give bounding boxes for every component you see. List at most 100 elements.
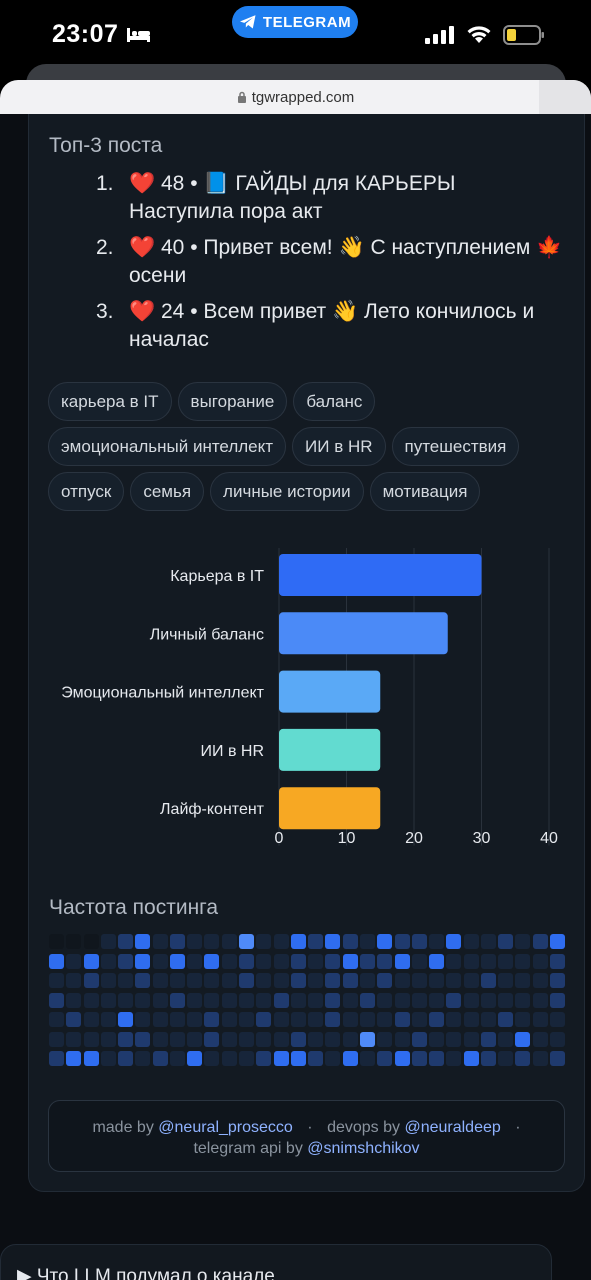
- heatmap-cell: [221, 973, 237, 988]
- heatmap-cell: [359, 1031, 375, 1047]
- post-item[interactable]: 1. ❤️ 48 • 📘 ГАЙДЫ для КАРЬЕРЫ Наступила…: [96, 170, 566, 226]
- heatmap-cell: [359, 992, 375, 1008]
- tag-chip[interactable]: эмоциональный интеллект: [48, 427, 287, 466]
- post-item[interactable]: 3. ❤️ 24 • Всем привет 👋 Лето кончилось …: [96, 298, 566, 354]
- heatmap-cell: [152, 973, 168, 988]
- made-by-link[interactable]: @neural_prosecco: [158, 1119, 293, 1136]
- post-number: 3.: [96, 300, 114, 323]
- battery-low-icon: [503, 25, 544, 45]
- heatmap-cell: [550, 1012, 565, 1027]
- status-bar: 23:07 TELEGRAM: [0, 0, 591, 66]
- heatmap-cell: [429, 973, 445, 988]
- url-text: tgwrapped.com: [251, 88, 355, 106]
- heatmap-cell: [325, 934, 341, 949]
- heatmap-cell: [515, 1012, 531, 1027]
- heatmap-cell: [290, 1031, 306, 1047]
- api-link[interactable]: @snimshchikov: [307, 1140, 419, 1157]
- heatmap-cell: [100, 953, 116, 969]
- heatmap-cell: [411, 1051, 427, 1066]
- heart-icon: ❤️: [129, 172, 156, 195]
- heatmap-cell: [49, 1051, 64, 1066]
- heatmap-cell: [377, 973, 393, 988]
- chart-tick-label: 40: [540, 830, 558, 847]
- heatmap-cell: [83, 992, 99, 1008]
- heatmap-cell: [204, 1031, 220, 1047]
- credits-footer: made by @neural_prosecco · devops by @ne…: [48, 1100, 565, 1172]
- credits-separator: ·: [515, 1119, 521, 1136]
- post-item[interactable]: 2. ❤️ 40 • Привет всем! 👋 С наступлением…: [96, 234, 566, 290]
- heatmap-cell: [152, 953, 168, 969]
- tag-chip[interactable]: ИИ в HR: [292, 427, 386, 466]
- chart-bar: [279, 670, 381, 713]
- heatmap-cell: [377, 1012, 393, 1027]
- chart-category-label: Карьера в IT: [170, 568, 264, 585]
- heatmap-cell: [256, 953, 272, 969]
- tag-chip[interactable]: мотивация: [369, 472, 481, 511]
- llm-summary-toggle[interactable]: ▶ Что LLM подумал о канале: [0, 1244, 552, 1280]
- heatmap-cell: [377, 1051, 393, 1066]
- address-bar-edge: [539, 80, 591, 114]
- sleep-focus-icon: [127, 28, 150, 42]
- heatmap-cell: [100, 992, 116, 1008]
- tag-chip[interactable]: путешествия: [391, 427, 520, 466]
- heatmap-cell: [118, 953, 134, 969]
- heatmap-cell: [325, 953, 341, 969]
- heatmap-cell: [83, 1031, 99, 1047]
- heatmap-cell: [359, 934, 375, 949]
- tag-chip[interactable]: карьера в IT: [48, 382, 172, 421]
- heatmap-cell: [49, 934, 64, 949]
- heatmap-cell: [429, 1051, 445, 1066]
- tag-chip[interactable]: семья: [130, 472, 205, 511]
- topics-bar-chart: 0 10 20 30 40 Карьера в IT Личный баланс Эмоцио…: [0, 534, 591, 884]
- heatmap-cell: [515, 1051, 531, 1066]
- heatmap-cell: [169, 1051, 185, 1066]
- heatmap-title: Частота постинга: [49, 896, 219, 919]
- heatmap-cell: [135, 934, 151, 949]
- heatmap-cell: [256, 1012, 272, 1027]
- lock-icon: [237, 91, 246, 103]
- heatmap-cell: [49, 1031, 64, 1047]
- chart-tick-label: 30: [473, 830, 491, 847]
- heatmap-cell: [66, 1051, 82, 1066]
- heatmap-cell: [135, 992, 151, 1008]
- heatmap-cell: [66, 992, 82, 1008]
- heatmap-cell: [152, 934, 168, 949]
- telegram-icon: [239, 15, 256, 29]
- heatmap-cell: [308, 973, 324, 988]
- heatmap-cell: [480, 953, 496, 969]
- tag-chip[interactable]: личные истории: [210, 472, 364, 511]
- heatmap-cell: [49, 992, 64, 1008]
- heatmap-cell: [515, 973, 531, 988]
- heatmap-cell: [429, 934, 445, 949]
- heatmap-cell: [256, 1051, 272, 1066]
- credits-line-2: telegram api by @snimshchikov: [49, 1138, 564, 1159]
- heatmap-cell: [187, 934, 203, 949]
- heatmap-cell: [118, 973, 134, 988]
- heatmap-cell: [204, 1051, 220, 1066]
- heatmap-cell: [118, 992, 134, 1008]
- heatmap-cell: [169, 1031, 185, 1047]
- heatmap-cell: [290, 973, 306, 988]
- heatmap-cell: [49, 973, 64, 988]
- heatmap-cell: [239, 1012, 255, 1027]
- heatmap-cell: [463, 1012, 479, 1027]
- tag-chip[interactable]: отпуск: [48, 472, 125, 511]
- tag-chip[interactable]: баланс: [293, 382, 376, 421]
- address-bar[interactable]: tgwrapped.com: [0, 80, 591, 114]
- heatmap-cell: [273, 953, 289, 969]
- heatmap-cell: [221, 953, 237, 969]
- heatmap-cell: [411, 1012, 427, 1027]
- post-likes: 40: [161, 236, 185, 259]
- tag-chip[interactable]: выгорание: [177, 382, 288, 421]
- heatmap-cell: [480, 1051, 496, 1066]
- heatmap-cell: [394, 953, 410, 969]
- devops-link[interactable]: @neuraldeep: [404, 1119, 500, 1136]
- heatmap-cell: [290, 1051, 306, 1066]
- heatmap-cell: [550, 973, 565, 988]
- heatmap-cell: [169, 934, 185, 949]
- telegram-return-pill[interactable]: TELEGRAM: [232, 6, 358, 38]
- chart-bar: [279, 787, 381, 830]
- heatmap-cell: [290, 934, 306, 949]
- post-separator: •: [190, 172, 198, 195]
- heatmap-cell: [221, 992, 237, 1008]
